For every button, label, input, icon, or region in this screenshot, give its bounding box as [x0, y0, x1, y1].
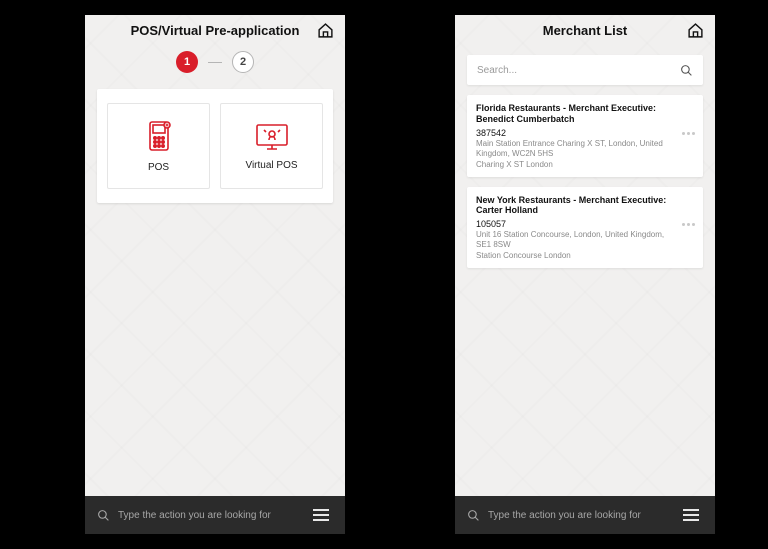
merchant-list: Florida Restaurants - Merchant Executive…	[467, 95, 703, 268]
more-icon	[682, 132, 695, 135]
pos-terminal-icon	[144, 120, 174, 154]
step-2[interactable]: 2	[232, 51, 254, 73]
virtual-pos-icon	[254, 122, 290, 152]
search-icon	[97, 509, 110, 522]
merchant-card[interactable]: New York Restaurants - Merchant Executiv…	[467, 187, 703, 269]
screen-pos-preapplication: POS/Virtual Pre-application 1 2	[85, 15, 345, 534]
page-title: POS/Virtual Pre-application	[131, 23, 300, 38]
merchant-card[interactable]: Florida Restaurants - Merchant Executive…	[467, 95, 703, 177]
option-panel: POS Virtual POS	[97, 89, 333, 203]
merchant-branch: Station Concourse London	[476, 251, 694, 260]
home-button[interactable]	[685, 20, 705, 40]
option-pos-label: POS	[148, 162, 169, 173]
step-1[interactable]: 1	[176, 51, 198, 73]
menu-button[interactable]	[679, 503, 703, 527]
more-icon	[682, 223, 695, 226]
search-input[interactable]: Search...	[467, 55, 703, 85]
page-title: Merchant List	[543, 23, 628, 38]
home-button[interactable]	[315, 20, 335, 40]
option-pos[interactable]: POS	[107, 103, 210, 189]
home-icon	[317, 22, 334, 39]
bottom-bar: Type the action you are looking for	[85, 496, 345, 534]
menu-icon	[312, 508, 330, 522]
action-search[interactable]: Type the action you are looking for	[467, 509, 679, 522]
search-placeholder: Search...	[477, 65, 680, 76]
merchant-address: Unit 16 Station Concourse, London, Unite…	[476, 230, 694, 250]
search-icon	[467, 509, 480, 522]
merchant-branch: Charing X ST London	[476, 160, 694, 169]
search-icon	[680, 64, 693, 77]
home-icon	[687, 22, 704, 39]
screen-merchant-list: Merchant List Search... Florida Restaura…	[455, 15, 715, 534]
merchant-id: 387542	[476, 128, 694, 138]
more-button[interactable]	[679, 216, 697, 234]
merchant-title: Florida Restaurants - Merchant Executive…	[476, 103, 694, 125]
more-button[interactable]	[679, 124, 697, 142]
header: Merchant List	[455, 15, 715, 45]
wizard-steps: 1 2	[85, 51, 345, 73]
background-pattern	[455, 15, 715, 534]
bottom-bar: Type the action you are looking for	[455, 496, 715, 534]
step-connector	[208, 62, 222, 63]
merchant-id: 105057	[476, 219, 694, 229]
step-1-label: 1	[184, 56, 190, 68]
action-search-placeholder: Type the action you are looking for	[118, 510, 271, 521]
option-virtual-pos-label: Virtual POS	[245, 160, 297, 171]
option-virtual-pos[interactable]: Virtual POS	[220, 103, 323, 189]
step-2-label: 2	[240, 56, 246, 68]
merchant-address: Main Station Entrance Charing X ST, Lond…	[476, 139, 694, 159]
merchant-title: New York Restaurants - Merchant Executiv…	[476, 195, 694, 217]
menu-icon	[682, 508, 700, 522]
action-search-placeholder: Type the action you are looking for	[488, 510, 641, 521]
action-search[interactable]: Type the action you are looking for	[97, 509, 309, 522]
header: POS/Virtual Pre-application	[85, 15, 345, 45]
menu-button[interactable]	[309, 503, 333, 527]
